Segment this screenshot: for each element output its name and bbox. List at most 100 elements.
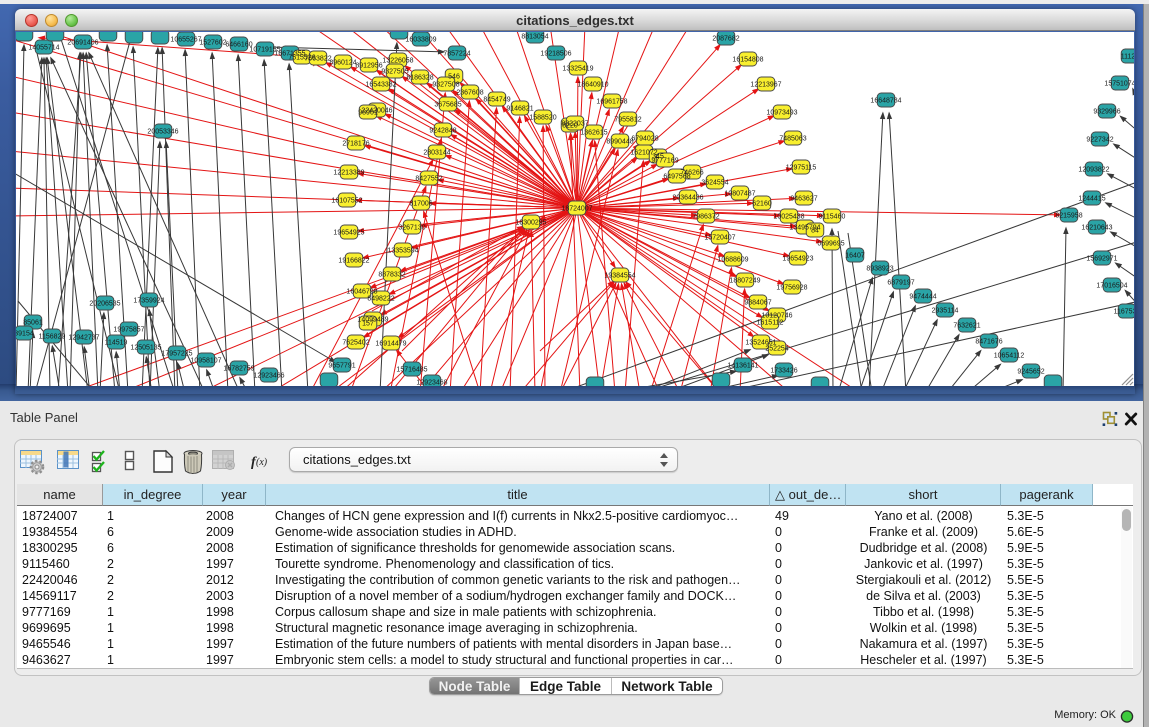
svg-text:1362615: 1362615 xyxy=(580,130,607,137)
svg-text:8215958: 8215958 xyxy=(1055,213,1082,220)
svg-text:14055714: 14055714 xyxy=(28,45,59,52)
svg-text:10655267: 10655267 xyxy=(170,37,201,44)
svg-text:20691406: 20691406 xyxy=(67,40,98,47)
svg-text:13353594: 13353594 xyxy=(387,248,418,255)
svg-text:157: 157 xyxy=(362,321,374,328)
svg-text:62160: 62160 xyxy=(752,201,772,208)
svg-text:9777169: 9777169 xyxy=(651,158,678,165)
svg-text:8912956: 8912956 xyxy=(355,63,382,70)
svg-text:11127: 11127 xyxy=(1121,54,1134,61)
svg-text:15716485: 15716485 xyxy=(396,367,427,374)
svg-text:7632621: 7632621 xyxy=(953,323,980,330)
svg-text:13226058: 13226058 xyxy=(382,58,413,65)
svg-text:10688609: 10688609 xyxy=(717,257,748,264)
svg-text:17016504: 17016504 xyxy=(1096,283,1127,290)
svg-text:10120746: 10120746 xyxy=(761,313,792,320)
svg-text:98901: 98901 xyxy=(358,110,378,117)
svg-text:9242848: 9242848 xyxy=(429,128,456,135)
svg-text:6879197: 6879197 xyxy=(887,280,914,287)
svg-text:84: 84 xyxy=(811,228,819,235)
svg-text:14136141: 14136141 xyxy=(727,363,758,370)
svg-text:252254: 252254 xyxy=(765,346,788,353)
svg-text:8938923: 8938923 xyxy=(866,266,893,273)
svg-text:20206535: 20206535 xyxy=(89,301,120,308)
svg-text:9657791: 9657791 xyxy=(328,363,355,370)
svg-text:20364436: 20364436 xyxy=(672,195,703,202)
svg-text:8498222: 8498222 xyxy=(367,296,394,303)
svg-text:15751074: 15751074 xyxy=(1104,81,1134,88)
svg-text:2087682: 2087682 xyxy=(712,36,739,43)
svg-text:(x): (x) xyxy=(256,457,268,468)
svg-text:9463627: 9463627 xyxy=(790,196,817,203)
svg-text:20053346: 20053346 xyxy=(147,129,178,136)
svg-text:9329966: 9329966 xyxy=(1093,109,1120,116)
svg-text:6497568: 6497568 xyxy=(663,174,690,181)
svg-text:16914479: 16914479 xyxy=(375,341,406,348)
svg-text:19218506: 19218506 xyxy=(540,51,571,58)
svg-text:7955812: 7955812 xyxy=(614,117,641,124)
svg-text:8878332: 8878332 xyxy=(378,272,405,279)
svg-text:16033809: 16033809 xyxy=(405,37,436,44)
svg-text:6794028: 6794028 xyxy=(631,136,658,143)
svg-text:19384554: 19384554 xyxy=(604,273,635,280)
svg-text:12942737: 12942737 xyxy=(68,335,99,342)
svg-text:2935114: 2935114 xyxy=(932,308,959,315)
svg-text:39154: 39154 xyxy=(16,331,34,338)
svg-text:10807487: 10807487 xyxy=(724,191,755,198)
svg-text:7625402: 7625402 xyxy=(342,340,369,347)
svg-text:8454749: 8454749 xyxy=(483,97,510,104)
svg-text:8427552: 8427552 xyxy=(415,176,442,183)
svg-text:817006: 817006 xyxy=(409,201,432,208)
svg-text:9146821: 9146821 xyxy=(506,106,533,113)
svg-text:7857224: 7857224 xyxy=(443,51,470,58)
svg-text:9474444: 9474444 xyxy=(909,294,936,301)
svg-text:19654925: 19654925 xyxy=(333,230,364,237)
svg-text:114519: 114519 xyxy=(105,340,128,347)
svg-text:16154808: 16154808 xyxy=(732,57,763,64)
svg-text:2803144: 2803144 xyxy=(423,150,450,157)
svg-text:9115460: 9115460 xyxy=(819,214,846,221)
svg-text:16648784: 16648784 xyxy=(870,98,901,105)
svg-text:16961758: 16961758 xyxy=(596,99,627,106)
svg-text:8322037: 8322037 xyxy=(561,121,588,128)
svg-text:7986372: 7986372 xyxy=(692,214,719,221)
svg-text:1733426: 1733426 xyxy=(770,368,797,375)
svg-text:12923466: 12923466 xyxy=(253,373,284,380)
svg-text:8990448: 8990448 xyxy=(606,139,633,146)
svg-text:9227342: 9227342 xyxy=(1086,137,1113,144)
svg-text:15720407: 15720407 xyxy=(704,235,735,242)
svg-text:9245652: 9245652 xyxy=(1017,369,1044,376)
svg-text:1244415: 1244415 xyxy=(1078,196,1105,203)
svg-text:9327508: 9327508 xyxy=(432,82,459,89)
svg-text:18724007: 18724007 xyxy=(561,206,592,213)
svg-text:18300295: 18300295 xyxy=(515,220,546,227)
svg-text:1156829: 1156829 xyxy=(39,334,66,341)
svg-text:1527602: 1527602 xyxy=(199,40,226,47)
svg-text:12093822: 12093822 xyxy=(1078,167,1109,174)
svg-text:546: 546 xyxy=(448,74,460,81)
svg-text:18807249: 18807249 xyxy=(729,278,760,285)
svg-text:7485063: 7485063 xyxy=(779,136,806,143)
svg-text:16107552: 16107552 xyxy=(331,198,362,205)
svg-text:8186328: 8186328 xyxy=(406,75,433,82)
svg-text:1167533: 1167533 xyxy=(1114,309,1134,316)
svg-text:9884067: 9884067 xyxy=(744,300,771,307)
svg-text:9327505: 9327505 xyxy=(381,69,408,76)
svg-text:16046798: 16046798 xyxy=(346,289,377,296)
svg-text:19975857: 19975857 xyxy=(113,327,144,334)
svg-text:10654112: 10654112 xyxy=(994,353,1025,360)
svg-text:3624554: 3624554 xyxy=(701,180,728,187)
svg-text:12213389: 12213389 xyxy=(333,170,364,177)
svg-text:17359924: 17359924 xyxy=(133,298,164,305)
svg-text:12505135: 12505135 xyxy=(130,345,161,352)
svg-text:15692971: 15692971 xyxy=(1086,256,1117,263)
svg-text:12213967: 12213967 xyxy=(750,82,781,89)
svg-text:0699695: 0699695 xyxy=(817,241,844,248)
svg-text:10973493: 10973493 xyxy=(766,110,797,117)
svg-text:12975115: 12975115 xyxy=(786,165,817,172)
svg-text:18640910: 18640910 xyxy=(577,82,608,89)
svg-text:12923468: 12923468 xyxy=(416,380,447,387)
svg-text:19756928: 19756928 xyxy=(776,285,807,292)
svg-text:19654923: 19654923 xyxy=(782,256,813,263)
svg-text:85061: 85061 xyxy=(23,320,43,327)
